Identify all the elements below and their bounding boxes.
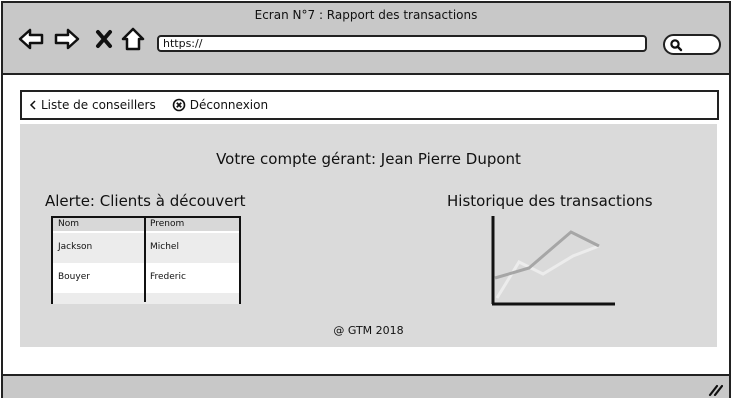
window-title: Ecran N°7 : Rapport des transactions: [254, 8, 478, 22]
column-header-nom: Nom: [58, 219, 80, 229]
home-icon[interactable]: [119, 27, 147, 51]
transaction-history-chart: [487, 216, 617, 308]
logout-link[interactable]: Déconnexion: [172, 98, 268, 112]
cell-nom: Jackson: [58, 242, 93, 252]
report-panel: Votre compte gérant: Jean Pierre Dupont …: [20, 124, 717, 347]
table-row-empty: [53, 293, 239, 304]
transaction-history-title: Historique des transactions: [447, 192, 653, 210]
overdraft-clients-table: Nom Prenom Jackson Michel Bouyer Frederi…: [51, 216, 241, 304]
browser-window: Ecran N°7 : Rapport des transactions htt…: [1, 1, 731, 398]
account-heading: Votre compte gérant: Jean Pierre Dupont: [216, 150, 521, 168]
back-to-advisors-link[interactable]: Liste de conseillers: [28, 98, 156, 112]
column-divider: [144, 218, 146, 302]
logout-label: Déconnexion: [189, 98, 269, 112]
cell-nom: Bouyer: [58, 272, 90, 282]
resize-handle-icon[interactable]: [707, 382, 723, 396]
browser-status-bar: [3, 374, 729, 398]
close-circle-icon: [172, 98, 186, 112]
table-header: Nom Prenom: [53, 218, 239, 231]
browser-titlebar: Ecran N°7 : Rapport des transactions htt…: [3, 3, 729, 75]
close-icon[interactable]: [90, 27, 118, 51]
forward-arrow-icon[interactable]: [53, 27, 81, 51]
cell-prenom: Michel: [150, 242, 179, 252]
table-row[interactable]: Jackson Michel: [53, 233, 239, 263]
table-row[interactable]: Bouyer Frederic: [53, 263, 239, 293]
back-arrow-icon[interactable]: [17, 27, 45, 51]
cell-prenom: Frederic: [150, 272, 186, 282]
url-input[interactable]: https://: [157, 35, 647, 52]
overdraft-alert-title: Alerte: Clients à découvert: [45, 192, 246, 210]
search-icon: [670, 39, 683, 52]
navigation-menu: Liste de conseillers Déconnexion: [20, 90, 719, 120]
footer-copyright: @ GTM 2018: [333, 324, 404, 337]
column-header-prenom: Prenom: [150, 219, 185, 229]
search-field[interactable]: [663, 34, 721, 55]
chevron-left-icon: [29, 100, 36, 110]
back-to-advisors-label: Liste de conseillers: [41, 98, 156, 112]
